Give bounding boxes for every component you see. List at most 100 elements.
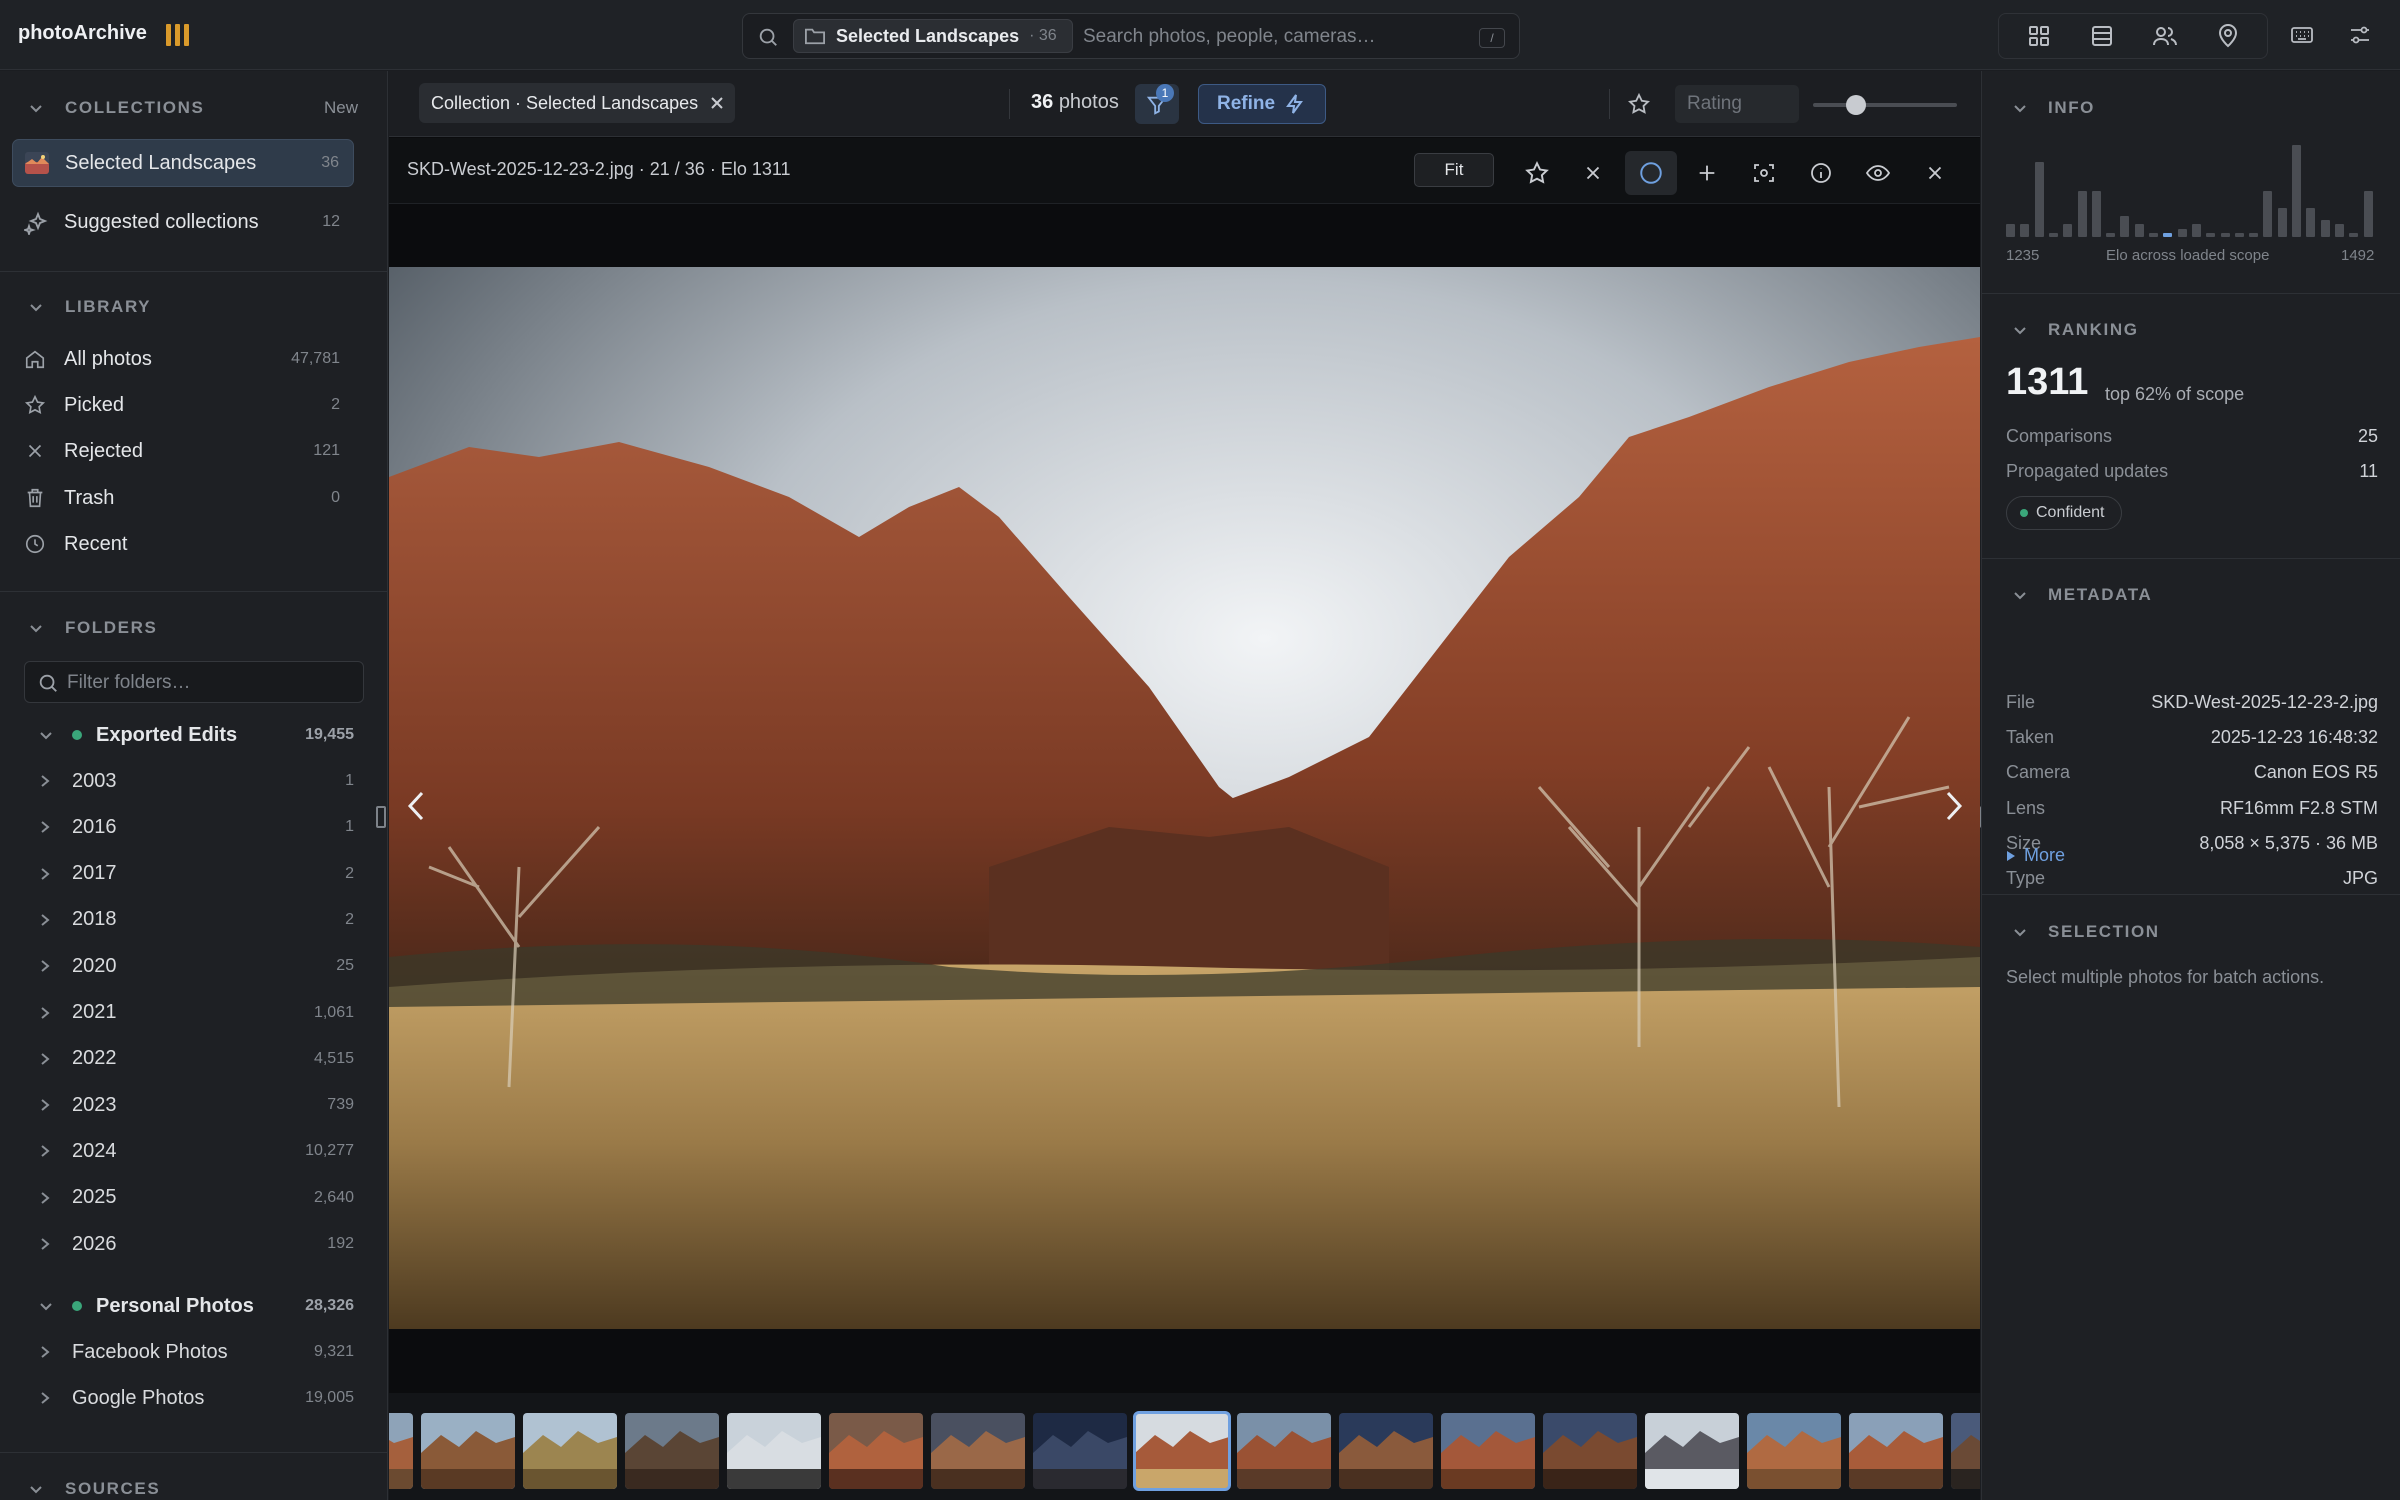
- filmstrip-thumbnail[interactable]: [727, 1413, 821, 1489]
- library-section-header[interactable]: LIBRARY: [0, 289, 387, 325]
- collections-section-header[interactable]: COLLECTIONS New: [0, 90, 387, 126]
- reject-x-icon[interactable]: [1567, 151, 1619, 195]
- metadata-value: RF16mm F2.8 STM: [2219, 797, 2378, 818]
- filmstrip-thumbnail[interactable]: [1645, 1413, 1739, 1489]
- circle-icon[interactable]: [1625, 151, 1677, 195]
- close-viewer-icon[interactable]: [1909, 151, 1961, 195]
- search-bar[interactable]: Selected Landscapes · 36 Search photos, …: [742, 13, 1520, 59]
- folder-item[interactable]: 2023 739: [0, 1083, 387, 1127]
- new-collection-button[interactable]: New: [324, 98, 358, 118]
- refine-button[interactable]: Refine: [1198, 84, 1326, 124]
- folder-group-exported-edits[interactable]: Exported Edits 19,455: [0, 713, 387, 757]
- folder-item[interactable]: 2022 4,515: [0, 1037, 387, 1081]
- photo-count-number: 36: [1031, 91, 1054, 113]
- previous-photo-chevron-icon[interactable]: [395, 781, 439, 831]
- main-photo[interactable]: [389, 267, 1980, 1329]
- viewer-header: SKD-West-2025-12-23-2.jpg · 21 / 36 · El…: [389, 138, 1980, 204]
- filmstrip-thumbnail[interactable]: [829, 1413, 923, 1489]
- map-pin-icon[interactable]: [2208, 18, 2248, 54]
- focus-scan-icon[interactable]: [1738, 151, 1790, 195]
- zoom-slider[interactable]: [1813, 103, 1957, 107]
- filmstrip-thumbnail[interactable]: [1441, 1413, 1535, 1489]
- sliders-icon[interactable]: [2340, 17, 2380, 53]
- left-panel-resize-handle[interactable]: [376, 806, 386, 828]
- metadata-section-header[interactable]: METADATA: [1982, 577, 2400, 613]
- folder-item[interactable]: 2016 1: [0, 805, 387, 849]
- app-logo[interactable]: photoArchive: [18, 22, 147, 45]
- home-icon: [24, 348, 46, 370]
- folder-count: 1,061: [313, 1003, 354, 1021]
- rating-filter-input[interactable]: Rating: [1675, 85, 1799, 123]
- people-icon[interactable]: [2145, 18, 2185, 54]
- star-icon[interactable]: [1511, 151, 1563, 195]
- filmstrip-thumbnail[interactable]: [1237, 1413, 1331, 1489]
- chevron-down-icon: [28, 299, 44, 315]
- library-item-recent[interactable]: Recent: [12, 520, 354, 568]
- next-photo-chevron-icon[interactable]: [1931, 781, 1975, 831]
- filmstrip-thumbnail[interactable]: [1849, 1413, 1943, 1489]
- filmstrip-thumbnail[interactable]: [1543, 1413, 1637, 1489]
- star-icon[interactable]: [1627, 92, 1651, 116]
- filmstrip-thumbnail[interactable]: [1339, 1413, 1433, 1489]
- info-section-header[interactable]: INFO: [1982, 90, 2400, 126]
- histogram-bar: [2120, 216, 2130, 237]
- search-scope-chip[interactable]: Selected Landscapes · 36: [793, 19, 1073, 53]
- suggested-collections-item[interactable]: Suggested collections 12: [12, 198, 354, 246]
- ranking-section-header[interactable]: RANKING: [1982, 312, 2400, 348]
- folder-item[interactable]: 2018 2: [0, 898, 387, 942]
- folder-item[interactable]: 2021 1,061: [0, 991, 387, 1035]
- list-view-icon[interactable]: [2082, 18, 2122, 54]
- info-icon[interactable]: [1795, 151, 1847, 195]
- library-item-picked[interactable]: Picked 2: [12, 381, 354, 429]
- filmstrip-thumbnail[interactable]: [1033, 1413, 1127, 1489]
- selection-section-header[interactable]: SELECTION: [1982, 914, 2400, 950]
- folder-item[interactable]: Google Photos 19,005: [0, 1376, 387, 1420]
- collection-filter-chip[interactable]: Collection · Selected Landscapes: [419, 83, 735, 123]
- folders-section-header[interactable]: FOLDERS: [0, 610, 387, 646]
- sources-section-header[interactable]: SOURCES: [0, 1471, 387, 1500]
- filmstrip-thumbnail[interactable]: [1133, 1411, 1231, 1491]
- sources-title: SOURCES: [65, 1479, 161, 1498]
- folder-item[interactable]: 2017 2: [0, 852, 387, 896]
- filmstrip-thumbnail[interactable]: [421, 1413, 515, 1489]
- nav-item-label: Suggested collections: [64, 210, 259, 233]
- section-divider: [1982, 293, 2400, 294]
- folder-item[interactable]: 2020 25: [0, 944, 387, 988]
- metadata-value: Canon EOS R5: [2253, 762, 2378, 783]
- fit-button[interactable]: Fit: [1414, 153, 1494, 187]
- eye-icon[interactable]: [1852, 151, 1904, 195]
- folder-label: 2017: [72, 862, 117, 885]
- search-input[interactable]: Search photos, people, cameras…: [1083, 26, 1376, 48]
- folder-item[interactable]: 2003 1: [0, 759, 387, 803]
- chevron-down-icon: [38, 1298, 54, 1314]
- keyboard-icon[interactable]: [2282, 17, 2322, 53]
- filmstrip-thumbnail[interactable]: [1747, 1413, 1841, 1489]
- folder-item[interactable]: 2026 192: [0, 1222, 387, 1266]
- filmstrip-thumbnail[interactable]: [389, 1413, 413, 1489]
- collection-item-selected-landscapes[interactable]: Selected Landscapes 36: [12, 139, 354, 187]
- zoom-slider-thumb[interactable]: [1846, 95, 1867, 115]
- library-item-rejected[interactable]: Rejected 121: [12, 427, 354, 475]
- close-icon[interactable]: [707, 93, 727, 113]
- comparisons-label: Comparisons: [2006, 426, 2113, 446]
- folder-item[interactable]: Facebook Photos 9,321: [0, 1330, 387, 1374]
- folder-filter-input[interactable]: Filter folders…: [24, 661, 364, 703]
- library-item-trash[interactable]: Trash 0: [12, 474, 354, 522]
- folder-item[interactable]: 2025 2,640: [0, 1176, 387, 1220]
- histogram-bar: [2006, 224, 2015, 237]
- histogram-bar: [2034, 161, 2044, 237]
- filmstrip-thumbnail[interactable]: [931, 1413, 1025, 1489]
- grid-view-icon[interactable]: [2019, 18, 2059, 54]
- chevron-down-icon: [2012, 322, 2028, 338]
- more-metadata-link[interactable]: More: [2006, 845, 2065, 866]
- filmstrip-thumbnail[interactable]: [625, 1413, 719, 1489]
- folder-item[interactable]: 2024 10,277: [0, 1129, 387, 1173]
- chevron-right-icon: [38, 1236, 52, 1252]
- library-item-all-photos[interactable]: All photos 47,781: [12, 335, 354, 383]
- plus-icon[interactable]: [1681, 151, 1733, 195]
- status-dot: [72, 1301, 82, 1311]
- folder-group-personal-photos[interactable]: Personal Photos 28,326: [0, 1284, 387, 1328]
- chevron-down-icon: [2012, 100, 2028, 116]
- filmstrip-thumbnail[interactable]: [1951, 1413, 1980, 1489]
- filmstrip-thumbnail[interactable]: [523, 1413, 617, 1489]
